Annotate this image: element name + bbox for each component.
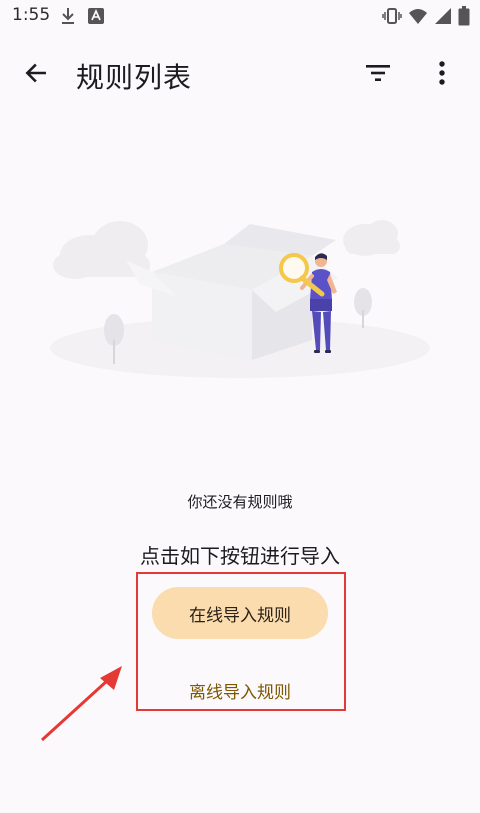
wifi-icon — [408, 7, 428, 29]
more-options-button[interactable] — [424, 57, 460, 93]
empty-state-message: 你还没有规则哦 — [187, 493, 293, 511]
signal-icon — [434, 7, 452, 29]
arrow-back-icon — [23, 60, 49, 90]
filter-icon — [365, 63, 391, 87]
download-icon — [60, 7, 76, 29]
more-vert-icon — [438, 60, 446, 90]
online-import-button[interactable]: 在线导入规则 — [152, 587, 328, 639]
right-tree — [354, 288, 372, 328]
page-title: 规则列表 — [76, 61, 193, 94]
status-time: 1:55 — [12, 5, 51, 25]
status-left-icons — [60, 7, 104, 29]
right-cloud — [343, 220, 400, 256]
import-hint: 点击如下按钮进行导入 — [140, 544, 340, 568]
status-bar: 1:55 — [0, 0, 480, 34]
app-bar: 规则列表 — [0, 40, 480, 110]
android-notification-icon — [88, 8, 104, 28]
vibrate-icon — [382, 7, 402, 29]
back-button[interactable] — [18, 57, 54, 93]
offline-import-button[interactable]: 离线导入规则 — [152, 672, 328, 708]
status-right-icons — [382, 6, 470, 30]
battery-icon — [458, 6, 470, 30]
annotation-arrow — [30, 650, 140, 750]
empty-state-illustration — [40, 200, 440, 390]
filter-button[interactable] — [360, 57, 396, 93]
open-box-illustration — [126, 224, 338, 360]
